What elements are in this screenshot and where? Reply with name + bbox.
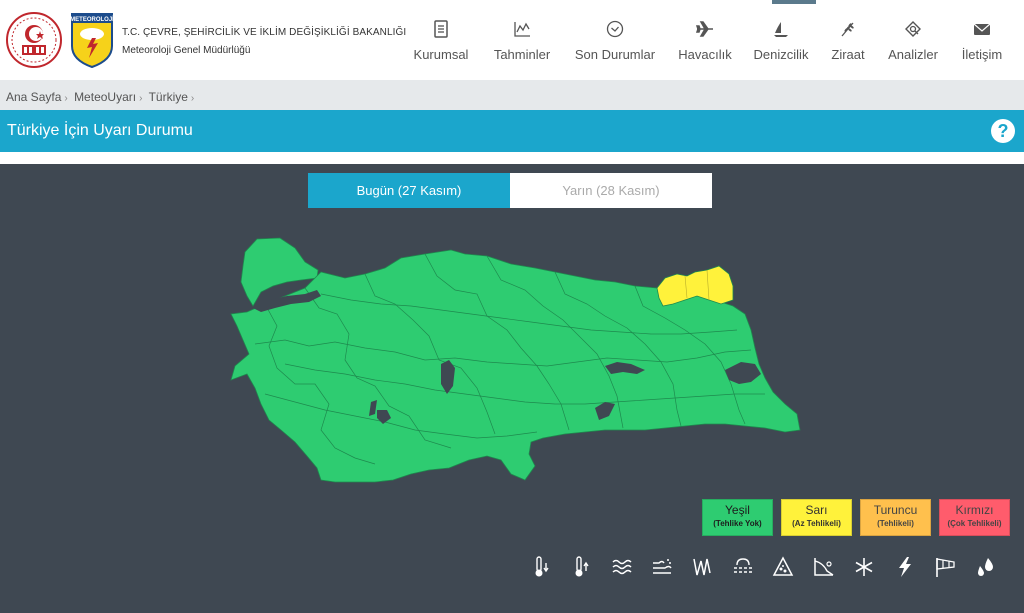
nav-item-analizler[interactable]: Analizler — [882, 0, 944, 80]
legend-title: Kırmızı — [955, 503, 994, 517]
nav-item-label: İletişim — [961, 47, 1003, 62]
breadcrumb-separator: › — [139, 93, 143, 104]
nav-item-ziraat[interactable]: Ziraat — [826, 0, 870, 80]
nav-item-label: Kurumsal — [413, 47, 469, 62]
nav-item-label: Havacılık — [678, 47, 732, 62]
chart-icon — [514, 22, 530, 37]
legend-title: Yeşil — [725, 503, 750, 517]
document-icon — [434, 20, 448, 38]
legend-subtitle: (Tehlike Yok) — [713, 519, 762, 528]
nav-item-havacilik[interactable]: Havacılık — [674, 0, 736, 80]
legend-red: Kırmızı (Çok Tehlikeli) — [939, 499, 1010, 536]
legend-subtitle: (Az Tehlikeli) — [792, 519, 841, 528]
directorate-name: Meteoroloji Genel Müdürlüğü — [122, 45, 251, 56]
legend-title: Turuncu — [873, 503, 918, 517]
fog-icon[interactable] — [732, 555, 754, 579]
nav-item-son-durumlar[interactable]: Son Durumlar — [570, 0, 660, 80]
legend-yellow: Sarı (Az Tehlikeli) — [781, 499, 852, 536]
nav-item-label: Denizcilik — [753, 47, 809, 62]
cold-thermometer-icon[interactable] — [530, 555, 552, 579]
breadcrumb-separator: › — [64, 93, 68, 104]
tab-today[interactable]: Bugün (27 Kasım) — [308, 173, 510, 208]
breadcrumb-separator: › — [190, 93, 195, 104]
warning-map-panel: Bugün (27 Kasım) Yarın (28 Kasım) Yeşil … — [0, 164, 1024, 613]
landslide-icon[interactable] — [813, 555, 835, 579]
wheat-icon — [841, 22, 854, 37]
analysis-icon — [905, 21, 921, 37]
meteoroloji-logo[interactable]: METEOROLOJİ — [70, 12, 114, 68]
breadcrumb-turkiye[interactable]: Türkiye — [149, 90, 188, 104]
spacer — [0, 152, 1024, 164]
legend-title: Sarı — [805, 503, 828, 517]
snowflake-icon[interactable] — [853, 555, 875, 579]
nav-item-label: Tahminler — [493, 47, 551, 62]
waves-icon[interactable] — [611, 555, 633, 579]
wind-gust-icon[interactable] — [691, 555, 713, 579]
airplane-icon — [696, 21, 713, 37]
windsock-icon[interactable] — [934, 555, 956, 579]
svg-text:METEOROLOJİ: METEOROLOJİ — [70, 16, 114, 23]
legend-subtitle: (Tehlikeli) — [877, 519, 914, 528]
ministry-logo[interactable] — [6, 12, 62, 68]
avalanche-icon[interactable] — [772, 555, 794, 579]
help-button[interactable]: ? — [991, 119, 1015, 143]
clock-icon — [606, 20, 624, 38]
lightning-icon[interactable] — [894, 555, 916, 579]
breadcrumb-home[interactable]: Ana Sayfa — [6, 90, 61, 104]
nav-item-tahminler[interactable]: Tahminler — [488, 0, 556, 80]
legend-subtitle: (Çok Tehlikeli) — [947, 519, 1002, 528]
sailboat-icon — [774, 22, 788, 37]
turkey-warning-map[interactable] — [225, 234, 805, 499]
nav-item-label: Ziraat — [831, 47, 865, 62]
legend-green: Yeşil (Tehlike Yok) — [702, 499, 773, 536]
nav-item-iletisim[interactable]: İletişim — [956, 0, 1008, 80]
nav-item-label: Son Durumlar — [574, 47, 656, 62]
site-header: METEOROLOJİ T.C. ÇEVRE, ŞEHİRCİLİK VE İK… — [0, 0, 1024, 80]
ministry-name: T.C. ÇEVRE, ŞEHİRCİLİK VE İKLİM DEĞİŞİKL… — [122, 27, 407, 38]
hot-thermometer-icon[interactable] — [570, 555, 592, 579]
page-title: Türkiye İçin Uyarı Durumu — [7, 122, 193, 139]
nav-item-denizcilik[interactable]: Denizcilik — [748, 0, 814, 80]
nav-item-kurumsal[interactable]: Kurumsal — [408, 0, 474, 80]
legend-orange: Turuncu (Tehlikeli) — [860, 499, 931, 536]
breadcrumb: Ana Sayfa › MeteoUyarı › Türkiye › — [0, 80, 1024, 110]
nav-item-label: Analizler — [888, 47, 938, 62]
envelope-icon — [973, 23, 991, 35]
rain-drops-icon[interactable] — [974, 555, 996, 579]
tab-tomorrow[interactable]: Yarın (28 Kasım) — [510, 173, 712, 208]
breadcrumb-meteouyari[interactable]: MeteoUyarı — [74, 90, 136, 104]
dust-storm-icon[interactable] — [651, 555, 673, 579]
page-title-bar: Türkiye İçin Uyarı Durumu ? — [0, 110, 1024, 152]
